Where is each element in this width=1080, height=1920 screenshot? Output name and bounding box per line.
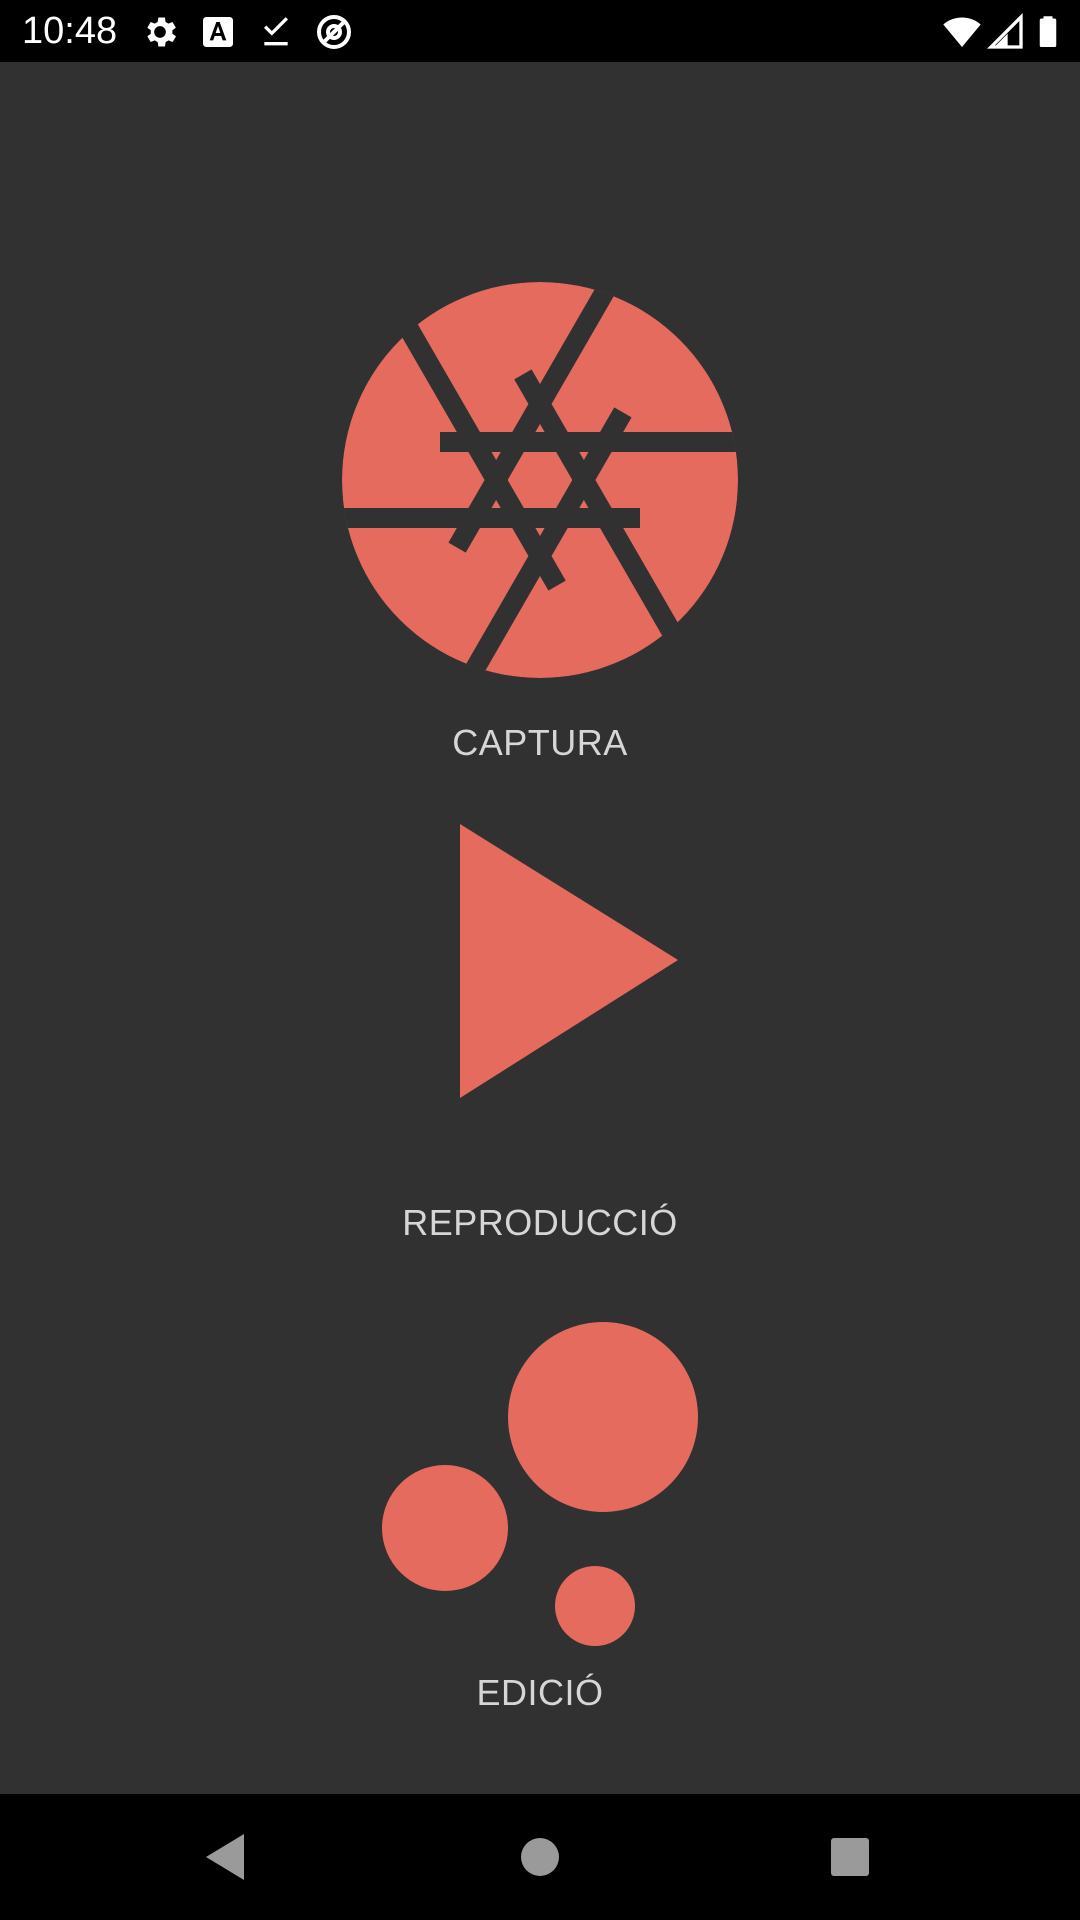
back-icon [206,1834,244,1880]
menu-item-edicio[interactable]: EDICIÓ [0,1262,1080,1792]
main-menu: CAPTURA REPRODUCCIÓ EDICIÓ [0,62,1080,1794]
text-a-icon [198,12,238,52]
status-bar: 10:48 [0,0,1080,62]
recents-button[interactable] [810,1822,890,1892]
battery-icon [1030,12,1066,52]
navigation-bar [0,1794,1080,1920]
cell-signal-icon [986,12,1026,52]
status-time: 10:48 [22,10,118,52]
menu-label-edicio: EDICIÓ [476,1672,604,1713]
bubbles-icon [382,1322,698,1646]
recents-icon [831,1838,869,1876]
gear-icon [140,12,180,52]
back-button[interactable] [186,1822,266,1892]
home-icon [521,1838,559,1876]
wifi-icon [942,12,982,52]
menu-item-captura[interactable]: CAPTURA [0,162,1080,763]
download-done-icon [256,12,296,52]
at-sign-icon [314,12,354,52]
menu-label-reproduccio: REPRODUCCIÓ [402,1202,678,1243]
play-icon [460,824,678,1098]
aperture-icon [342,282,738,678]
home-button[interactable] [500,1822,580,1892]
menu-item-reproduccio[interactable]: REPRODUCCIÓ [0,742,1080,1302]
